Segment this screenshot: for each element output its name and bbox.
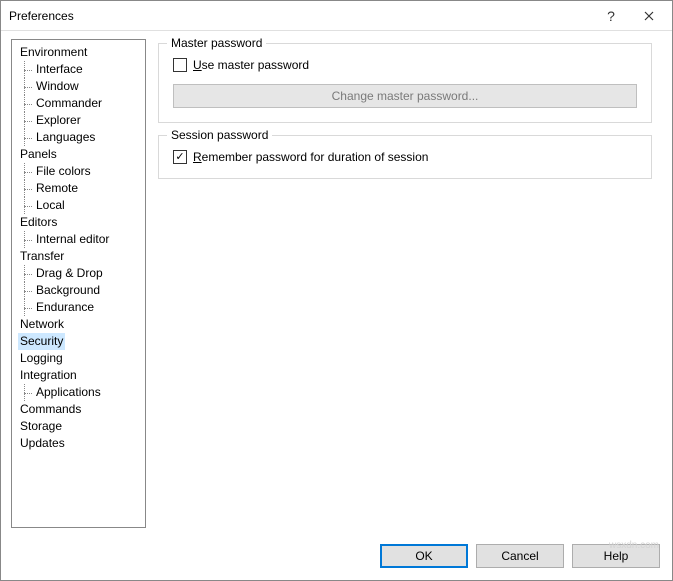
- remember-password-label: Remember password for duration of sessio…: [193, 150, 428, 164]
- close-icon[interactable]: [630, 3, 668, 29]
- tree-item-logging[interactable]: Logging: [18, 350, 145, 367]
- change-master-password-button: Change master password...: [173, 84, 637, 108]
- tree-item-commander[interactable]: Commander: [18, 95, 145, 112]
- titlebar: Preferences ?: [1, 1, 672, 31]
- help-button[interactable]: Help: [572, 544, 660, 568]
- remember-password-row[interactable]: Remember password for duration of sessio…: [173, 150, 637, 164]
- remember-password-checkbox[interactable]: [173, 150, 187, 164]
- tree-item-background[interactable]: Background: [18, 282, 145, 299]
- tree-item-interface[interactable]: Interface: [18, 61, 145, 78]
- tree-item-drag-drop[interactable]: Drag & Drop: [18, 265, 145, 282]
- tree-item-internal-editor[interactable]: Internal editor: [18, 231, 145, 248]
- window-title: Preferences: [9, 9, 592, 23]
- tree-item-integration[interactable]: Integration: [18, 367, 145, 384]
- tree-item-window[interactable]: Window: [18, 78, 145, 95]
- tree-item-endurance[interactable]: Endurance: [18, 299, 145, 316]
- tree-item-environment[interactable]: Environment: [18, 44, 145, 61]
- tree-item-panels[interactable]: Panels: [18, 146, 145, 163]
- tree-item-editors[interactable]: Editors: [18, 214, 145, 231]
- tree-item-updates[interactable]: Updates: [18, 435, 145, 452]
- tree-item-local[interactable]: Local: [18, 197, 145, 214]
- tree-item-file-colors[interactable]: File colors: [18, 163, 145, 180]
- preferences-window: Preferences ? Environment Interface Wind…: [0, 0, 673, 581]
- content-pane: Master password Use master password Chan…: [156, 39, 662, 528]
- session-password-group: Session password Remember password for d…: [158, 135, 652, 179]
- tree-item-explorer[interactable]: Explorer: [18, 112, 145, 129]
- use-master-password-checkbox[interactable]: [173, 58, 187, 72]
- nav-tree[interactable]: Environment Interface Window Commander E…: [11, 39, 146, 528]
- tree-item-storage[interactable]: Storage: [18, 418, 145, 435]
- dialog-body: Environment Interface Window Commander E…: [1, 31, 672, 532]
- use-master-password-row[interactable]: Use master password: [173, 58, 637, 72]
- help-icon[interactable]: ?: [592, 3, 630, 29]
- master-password-group: Master password Use master password Chan…: [158, 43, 652, 123]
- tree-item-network[interactable]: Network: [18, 316, 145, 333]
- tree-item-remote[interactable]: Remote: [18, 180, 145, 197]
- dialog-footer: OK Cancel Help: [1, 532, 672, 580]
- use-master-password-label: Use master password: [193, 58, 309, 72]
- cancel-button[interactable]: Cancel: [476, 544, 564, 568]
- ok-button[interactable]: OK: [380, 544, 468, 568]
- tree-item-commands[interactable]: Commands: [18, 401, 145, 418]
- session-password-title: Session password: [167, 128, 272, 142]
- master-password-title: Master password: [167, 36, 266, 50]
- tree-item-applications[interactable]: Applications: [18, 384, 145, 401]
- tree-item-languages[interactable]: Languages: [18, 129, 145, 146]
- tree-item-security[interactable]: Security: [18, 333, 65, 350]
- tree-item-transfer[interactable]: Transfer: [18, 248, 145, 265]
